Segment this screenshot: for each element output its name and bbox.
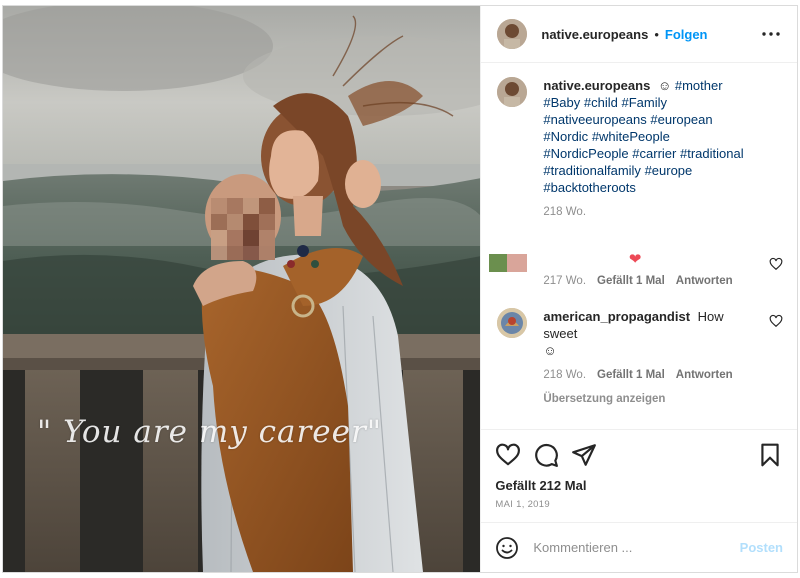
- bookmark-icon[interactable]: [757, 442, 783, 468]
- hashtag[interactable]: #Baby: [543, 95, 580, 110]
- caption-avatar[interactable]: [497, 77, 528, 107]
- likes-count[interactable]: Gefällt 212 Mal: [495, 478, 783, 493]
- like-icon[interactable]: [495, 442, 521, 468]
- comment-time[interactable]: 217 Wo.: [543, 273, 586, 290]
- hashtag[interactable]: #nativeeuropeans: [543, 112, 646, 127]
- comment-likes[interactable]: Gefällt 1 Mal: [597, 367, 665, 384]
- pixelated-face: [211, 198, 275, 260]
- author-username[interactable]: native.europeans: [541, 27, 648, 42]
- hashtag[interactable]: #mother: [675, 78, 723, 93]
- reply-button[interactable]: Antworten: [676, 273, 733, 290]
- action-icons: [495, 442, 783, 468]
- emoji-icon[interactable]: [495, 536, 519, 560]
- post-comment-button[interactable]: Posten: [740, 540, 783, 555]
- hashtag[interactable]: #Family: [621, 95, 667, 110]
- hashtag[interactable]: #europe: [645, 163, 693, 178]
- like-comment-icon[interactable]: [769, 257, 783, 271]
- caption-username[interactable]: native.europeans: [543, 78, 650, 93]
- comment-likes[interactable]: Gefällt 1 Mal: [597, 273, 665, 290]
- hashtag[interactable]: #european: [650, 112, 712, 127]
- comments-list[interactable]: native.europeans ☺ #mother #Baby #child …: [481, 63, 797, 429]
- commenter-username[interactable]: american_propagandist: [543, 309, 690, 324]
- comment-body: ❤ 217 Wo. Gefällt 1 Mal Antworten: [543, 251, 783, 290]
- follow-button[interactable]: Folgen: [665, 27, 708, 42]
- post-dialog: " You are my career" native.europeans • …: [2, 5, 798, 573]
- caption-meta: 218 Wo.: [543, 204, 757, 221]
- hashtag[interactable]: #carrier: [632, 146, 676, 161]
- more-options-icon[interactable]: [759, 22, 783, 46]
- post-header: native.europeans • Folgen: [481, 6, 797, 63]
- comment-meta: 218 Wo. Gefällt 1 Mal Antworten: [543, 367, 757, 384]
- post-photo[interactable]: " You are my career": [3, 6, 481, 572]
- commenter-avatar[interactable]: [497, 308, 528, 338]
- hashtag[interactable]: #Nordic: [543, 129, 588, 144]
- comment-input[interactable]: [533, 540, 732, 555]
- caption-row: native.europeans ☺ #mother #Baby #child …: [497, 77, 783, 221]
- hashtag[interactable]: #child: [584, 95, 618, 110]
- post-date[interactable]: MAI 1, 2019: [495, 499, 783, 510]
- separator-dot: •: [654, 26, 659, 42]
- share-icon[interactable]: [571, 442, 597, 468]
- hashtag[interactable]: #whitePeople: [592, 129, 670, 144]
- hashtag[interactable]: #NordicPeople: [543, 146, 628, 161]
- comment-emoji: ☺: [543, 343, 557, 358]
- reply-button[interactable]: Antworten: [676, 367, 733, 384]
- caption-body: native.europeans ☺ #mother #Baby #child …: [543, 77, 783, 221]
- hashtag[interactable]: #traditional: [680, 146, 744, 161]
- comment-icon[interactable]: [533, 442, 559, 468]
- photo-illustration: [3, 6, 481, 572]
- comment-row: ❤ 217 Wo. Gefällt 1 Mal Antworten: [489, 251, 783, 290]
- comment-time[interactable]: 218 Wo.: [543, 367, 586, 384]
- comment-row: american_propagandist How sweet ☺ 218 Wo…: [497, 308, 783, 408]
- comment-body: american_propagandist How sweet ☺ 218 Wo…: [543, 308, 783, 408]
- comment-composer: Posten: [481, 522, 797, 572]
- post-actions: Gefällt 212 Mal MAI 1, 2019: [481, 429, 797, 522]
- hashtag[interactable]: #traditionalfamily: [543, 163, 641, 178]
- photo-quote-text: " You are my career": [37, 414, 383, 450]
- caption-time[interactable]: 218 Wo.: [543, 204, 586, 221]
- heart-emoji: ❤: [628, 251, 642, 268]
- author-avatar[interactable]: [497, 19, 528, 49]
- like-comment-icon[interactable]: [769, 314, 783, 328]
- comment-meta: 217 Wo. Gefällt 1 Mal Antworten: [543, 273, 757, 290]
- caption-emoji: ☺: [657, 78, 672, 93]
- flag-avatar[interactable]: [489, 254, 528, 272]
- hashtag[interactable]: #backtotheroots: [543, 180, 636, 195]
- see-translation-link[interactable]: Übersetzung anzeigen: [543, 391, 757, 408]
- post-sidebar: native.europeans • Folgen native.europea…: [480, 6, 797, 572]
